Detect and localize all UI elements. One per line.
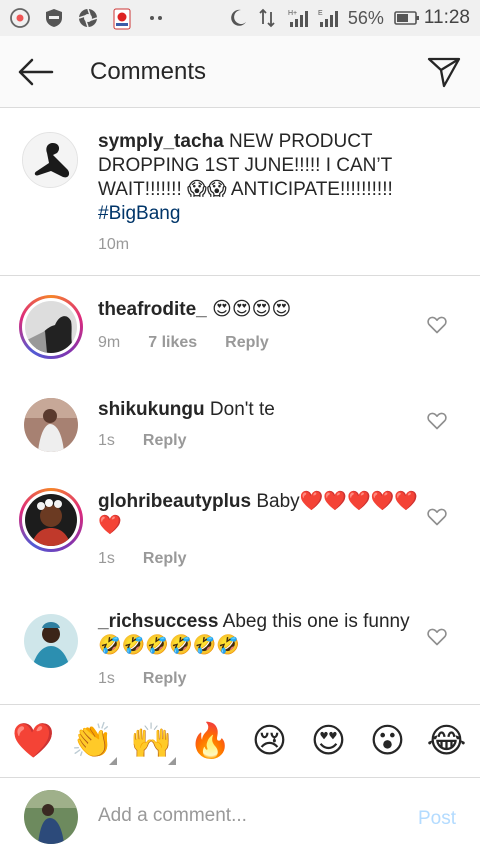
comment-body: 😍😍😍😍 — [206, 299, 292, 320]
emoji-laugh-button[interactable]: 😂 — [421, 721, 473, 761]
emoji-heart-eyes-button[interactable]: 😍 — [303, 721, 355, 761]
avatar[interactable] — [24, 614, 78, 668]
page-title: Comments — [90, 58, 207, 85]
comment-timestamp: 1s — [98, 670, 115, 687]
comment-username[interactable]: glohribeautyplus — [98, 491, 251, 512]
emoji-raised-hands: 🙌 — [130, 721, 173, 761]
svg-text:H+: H+ — [288, 10, 297, 17]
comment-row: _richsuccess Abeg this one is funny 🤣🤣🤣🤣… — [0, 600, 480, 704]
comment-username[interactable]: shikukungu — [98, 399, 205, 420]
world-cup-icon — [112, 8, 132, 30]
post-caption: symply_tacha NEW PRODUCT DROPPING 1ST JU… — [0, 108, 480, 276]
comment-text: _richsuccess Abeg this one is funny 🤣🤣🤣🤣… — [98, 610, 418, 658]
reply-button[interactable]: Reply — [225, 334, 269, 352]
comment-input[interactable] — [98, 800, 398, 832]
like-button[interactable] — [427, 412, 447, 430]
post-button[interactable]: Post — [418, 808, 456, 830]
caption-timestamp: 10m — [98, 236, 130, 253]
battery-icon — [394, 8, 419, 28]
arrow-left-icon — [18, 58, 54, 86]
caption-body-end: ANTICIPATE!!!!!!!!!! — [226, 179, 393, 200]
comment-meta: 1s Reply — [98, 670, 186, 688]
avatar[interactable] — [19, 295, 83, 359]
emoji-clap: 👏 — [71, 721, 114, 761]
comment-body: Don't te — [204, 399, 275, 420]
avatar[interactable] — [19, 488, 83, 552]
emoji-heart-button[interactable]: ❤️ — [8, 721, 60, 761]
share-button[interactable] — [426, 54, 462, 90]
emoji-fire-button[interactable]: 🔥 — [185, 721, 237, 761]
reply-button[interactable]: Reply — [143, 550, 187, 568]
caption-emoji: 😱😱 — [187, 179, 227, 200]
skin-tone-marker-icon — [108, 757, 117, 765]
reply-button[interactable]: Reply — [143, 432, 187, 450]
comment-meta: 1s Reply — [98, 550, 186, 568]
skin-tone-marker-icon — [167, 757, 176, 765]
comment-username[interactable]: theafrodite_ — [98, 299, 207, 320]
comment-row: shikukungu Don't te 1s Reply — [0, 384, 480, 480]
comment-timestamp: 1s — [98, 550, 115, 567]
back-button[interactable] — [16, 54, 56, 90]
like-button[interactable] — [427, 628, 447, 646]
comment-row: glohribeautyplus Baby❤️❤️❤️❤️❤️❤️ 1s Rep… — [0, 480, 480, 600]
moon-icon — [228, 8, 248, 28]
comment-timestamp: 1s — [98, 432, 115, 449]
hashtag-link[interactable]: #BigBang — [98, 203, 180, 224]
like-button[interactable] — [427, 508, 447, 526]
comment-meta: 1s Reply — [98, 432, 186, 450]
status-bar: H+ E 56% 11:28 — [0, 0, 480, 36]
likes-count[interactable]: 7 likes — [148, 334, 197, 352]
comment-text: theafrodite_ 😍😍😍😍 — [98, 298, 418, 322]
comment-row: theafrodite_ 😍😍😍😍 9m 7 likes Reply — [0, 276, 480, 384]
avatar — [24, 790, 78, 844]
signal-h-icon: H+ — [288, 8, 308, 28]
clock: 11:28 — [423, 7, 470, 28]
heart-outline-icon — [427, 316, 447, 334]
paper-plane-icon — [427, 57, 461, 88]
caption-text: symply_tacha NEW PRODUCT DROPPING 1ST JU… — [98, 130, 438, 226]
signal-e-icon: E — [318, 8, 338, 28]
comment-text: shikukungu Don't te — [98, 398, 418, 422]
comment-composer: Post — [0, 778, 480, 854]
emoji-clap-button[interactable]: 👏 — [67, 721, 119, 765]
emoji-quick-bar: ❤️ 👏 🙌 🔥 😢 😍 😮 😂 — [0, 704, 480, 778]
avatar[interactable] — [24, 398, 78, 452]
emoji-surprised-button[interactable]: 😮 — [362, 721, 414, 761]
chrome-icon — [10, 8, 30, 28]
heart-outline-icon — [427, 508, 447, 526]
caption-username[interactable]: symply_tacha — [98, 131, 224, 152]
battery-percent: 56% — [347, 7, 384, 28]
comment-username[interactable]: _richsuccess — [98, 611, 218, 632]
shield-icon — [44, 8, 64, 28]
svg-text:E: E — [318, 10, 323, 17]
heart-outline-icon — [427, 628, 447, 646]
comment-meta: 9m 7 likes Reply — [98, 334, 269, 352]
aperture-icon — [78, 8, 98, 28]
dots-icon — [146, 8, 166, 28]
emoji-cry-button[interactable]: 😢 — [244, 721, 296, 761]
comment-timestamp: 9m — [98, 334, 121, 351]
heart-outline-icon — [427, 412, 447, 430]
reply-button[interactable]: Reply — [143, 670, 187, 688]
data-transfer-icon — [258, 8, 278, 28]
emoji-raised-hands-button[interactable]: 🙌 — [126, 721, 178, 765]
comments-header: Comments — [0, 36, 480, 108]
comment-text: glohribeautyplus Baby❤️❤️❤️❤️❤️❤️ — [98, 490, 418, 538]
like-button[interactable] — [427, 316, 447, 334]
avatar[interactable] — [22, 132, 78, 188]
